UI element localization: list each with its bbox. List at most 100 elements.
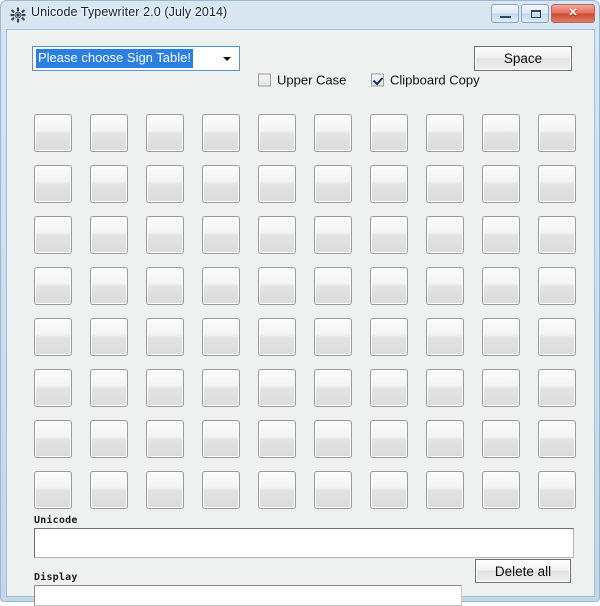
sign-button[interactable]	[90, 216, 128, 254]
sign-button[interactable]	[146, 318, 184, 356]
sign-button[interactable]	[538, 165, 576, 203]
sign-button[interactable]	[426, 165, 464, 203]
sign-button[interactable]	[146, 216, 184, 254]
sign-button[interactable]	[146, 165, 184, 203]
sign-button[interactable]	[370, 420, 408, 458]
clipboard-copy-checkbox[interactable]: Clipboard Copy	[371, 73, 480, 88]
app-gear-icon	[10, 7, 26, 23]
sign-button[interactable]	[34, 165, 72, 203]
sign-button[interactable]	[90, 267, 128, 305]
sign-button[interactable]	[370, 369, 408, 407]
sign-button[interactable]	[90, 165, 128, 203]
window-frame-inner: Please choose Sign Table! Upper Case Cli…	[6, 29, 595, 606]
sign-button[interactable]	[538, 471, 576, 509]
sign-button[interactable]	[34, 267, 72, 305]
checkbox-icon-checked	[371, 73, 384, 87]
sign-button[interactable]	[202, 318, 240, 356]
sign-button[interactable]	[258, 267, 296, 305]
sign-button[interactable]	[202, 216, 240, 254]
delete-all-button[interactable]: Delete all	[475, 559, 571, 583]
sign-button[interactable]	[258, 318, 296, 356]
sign-button[interactable]	[538, 216, 576, 254]
sign-button[interactable]	[538, 114, 576, 152]
sign-button[interactable]	[202, 114, 240, 152]
sign-button[interactable]	[482, 471, 520, 509]
upper-case-checkbox[interactable]: Upper Case	[258, 73, 346, 88]
sign-button[interactable]	[90, 318, 128, 356]
sign-button[interactable]	[258, 165, 296, 203]
sign-button[interactable]	[258, 420, 296, 458]
sign-button[interactable]	[482, 267, 520, 305]
sign-button[interactable]	[482, 114, 520, 152]
sign-button[interactable]	[426, 369, 464, 407]
sign-button[interactable]	[202, 165, 240, 203]
sign-button[interactable]	[34, 471, 72, 509]
sign-button[interactable]	[482, 420, 520, 458]
sign-button[interactable]	[482, 318, 520, 356]
sign-button[interactable]	[258, 471, 296, 509]
maximize-button[interactable]	[521, 4, 549, 23]
sign-button[interactable]	[146, 369, 184, 407]
sign-grid	[34, 114, 576, 509]
space-button[interactable]: Space	[474, 46, 572, 71]
sign-button[interactable]	[90, 369, 128, 407]
sign-button[interactable]	[538, 420, 576, 458]
sign-button[interactable]	[314, 267, 352, 305]
display-input[interactable]	[34, 585, 462, 606]
close-button[interactable]: ✕	[551, 4, 595, 23]
sign-button[interactable]	[314, 114, 352, 152]
sign-button[interactable]	[370, 471, 408, 509]
sign-button[interactable]	[426, 471, 464, 509]
sign-button[interactable]	[146, 267, 184, 305]
minimize-button[interactable]	[491, 4, 519, 23]
window-title: Unicode Typewriter 2.0 (July 2014)	[31, 5, 228, 19]
sign-button[interactable]	[426, 267, 464, 305]
sign-button[interactable]	[370, 114, 408, 152]
sign-button[interactable]	[90, 471, 128, 509]
sign-button[interactable]	[482, 165, 520, 203]
sign-button[interactable]	[34, 420, 72, 458]
sign-button[interactable]	[370, 267, 408, 305]
client-area: Please choose Sign Table! Upper Case Cli…	[7, 30, 594, 606]
sign-button[interactable]	[538, 318, 576, 356]
sign-button[interactable]	[314, 216, 352, 254]
sign-button[interactable]	[146, 114, 184, 152]
sign-button[interactable]	[370, 318, 408, 356]
sign-button[interactable]	[538, 369, 576, 407]
sign-button[interactable]	[538, 267, 576, 305]
sign-button[interactable]	[426, 216, 464, 254]
sign-button[interactable]	[34, 369, 72, 407]
sign-button[interactable]	[258, 114, 296, 152]
sign-button[interactable]	[202, 369, 240, 407]
chevron-down-icon[interactable]	[216, 48, 238, 69]
sign-button[interactable]	[146, 420, 184, 458]
sign-button[interactable]	[314, 420, 352, 458]
application-window: Unicode Typewriter 2.0 (July 2014) ✕ Ple…	[0, 0, 600, 606]
sign-button[interactable]	[314, 471, 352, 509]
title-bar[interactable]: Unicode Typewriter 2.0 (July 2014) ✕	[1, 1, 599, 29]
sign-button[interactable]	[314, 165, 352, 203]
sign-button[interactable]	[146, 471, 184, 509]
sign-button[interactable]	[370, 216, 408, 254]
sign-button[interactable]	[90, 114, 128, 152]
upper-case-label: Upper Case	[277, 72, 347, 88]
sign-button[interactable]	[426, 420, 464, 458]
sign-table-select[interactable]: Please choose Sign Table!	[32, 46, 240, 71]
sign-button[interactable]	[482, 216, 520, 254]
sign-button[interactable]	[34, 114, 72, 152]
sign-button[interactable]	[34, 318, 72, 356]
sign-button[interactable]	[202, 420, 240, 458]
sign-button[interactable]	[202, 471, 240, 509]
unicode-textarea[interactable]	[34, 528, 574, 558]
sign-button[interactable]	[314, 369, 352, 407]
sign-button[interactable]	[426, 114, 464, 152]
sign-button[interactable]	[258, 369, 296, 407]
sign-button[interactable]	[426, 318, 464, 356]
sign-button[interactable]	[314, 318, 352, 356]
sign-button[interactable]	[90, 420, 128, 458]
sign-button[interactable]	[34, 216, 72, 254]
sign-button[interactable]	[370, 165, 408, 203]
sign-button[interactable]	[482, 369, 520, 407]
sign-button[interactable]	[202, 267, 240, 305]
sign-button[interactable]	[258, 216, 296, 254]
